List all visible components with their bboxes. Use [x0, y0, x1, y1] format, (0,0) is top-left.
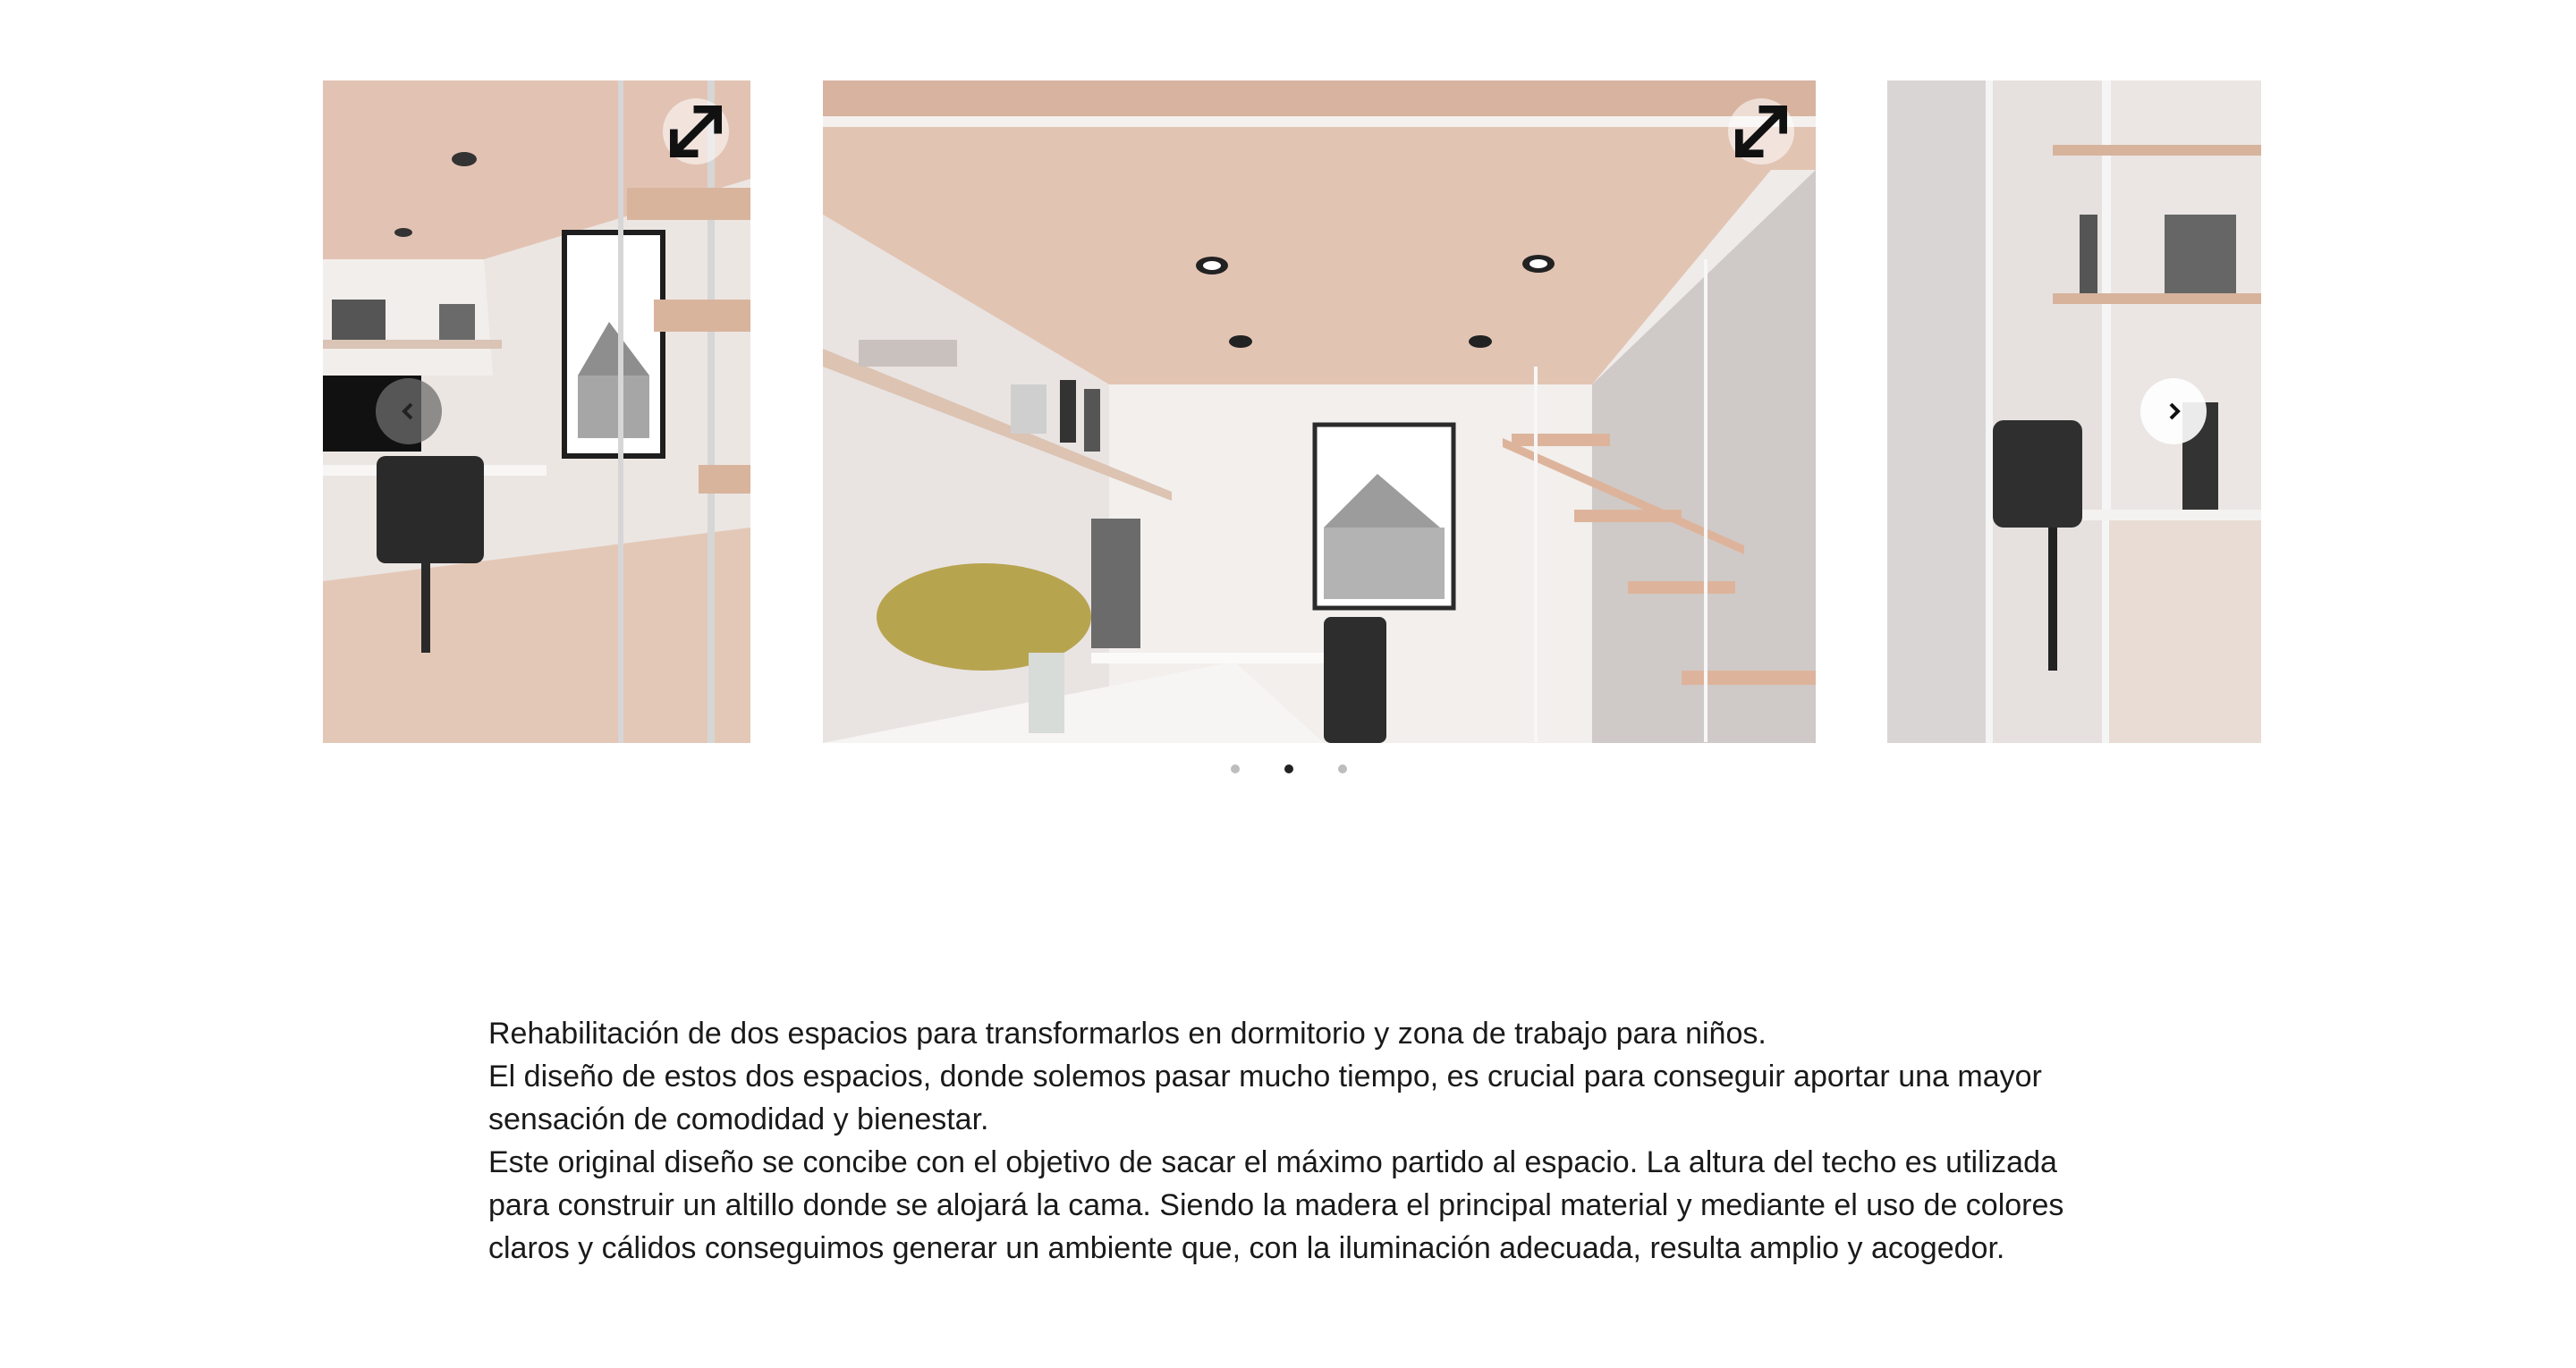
expand-icon: [1735, 106, 1787, 157]
carousel-slide-main[interactable]: [823, 80, 1816, 743]
pagination-dot-1[interactable]: [1231, 764, 1240, 773]
prev-slide-button[interactable]: [376, 378, 442, 444]
expand-icon: [670, 106, 722, 157]
description-paragraph-1: Rehabilitación de dos espacios para tran…: [488, 1017, 1767, 1051]
pagination-dot-3[interactable]: [1338, 764, 1347, 773]
expand-button[interactable]: [663, 98, 729, 165]
chevron-right-icon: [2169, 402, 2181, 420]
next-slide-button[interactable]: [2140, 378, 2207, 444]
description-paragraph-3: Este original diseño se concibe con el o…: [488, 1145, 2064, 1265]
expand-button[interactable]: [1728, 98, 1794, 165]
slide-main-image: [823, 80, 1816, 743]
description-paragraph-2: El diseño de estos dos espacios, donde s…: [488, 1060, 2042, 1136]
chevron-left-icon: [402, 402, 413, 420]
project-description: Rehabilitación de dos espacios para tran…: [488, 1012, 2116, 1270]
carousel-pagination: [1231, 764, 1347, 773]
pagination-dot-2[interactable]: [1284, 764, 1293, 773]
